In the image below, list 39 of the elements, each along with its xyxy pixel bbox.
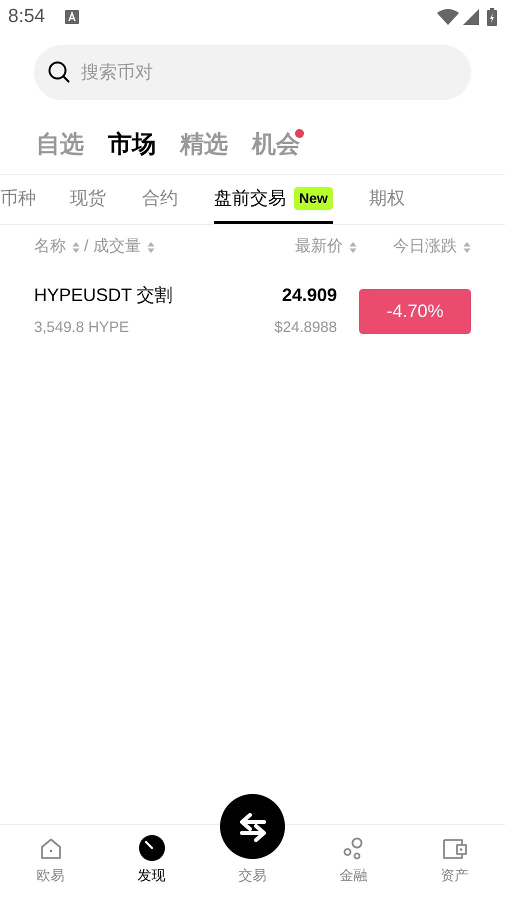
category-tab[interactable]: 机会 — [252, 127, 300, 163]
column-header: / 成交量 — [84, 236, 141, 257]
sort-icon[interactable] — [72, 240, 80, 254]
keyboard-icon — [64, 10, 79, 24]
search-icon — [48, 61, 70, 83]
market-tab[interactable]: 期权 — [368, 175, 405, 224]
pair-name[interactable]: HYPEUSDT 交割 — [34, 282, 274, 310]
signal-icon — [463, 9, 479, 25]
volume-text: 3,549.8 HYPE — [34, 318, 130, 338]
circles-icon — [342, 837, 366, 861]
wallet-icon — [442, 837, 468, 861]
column-header: 今日涨跌 — [393, 237, 457, 257]
search-field[interactable]: 搜索币对 — [34, 45, 471, 100]
sort-icon[interactable] — [463, 240, 471, 254]
nav-item[interactable]: 资产 — [404, 825, 505, 898]
home-icon — [38, 837, 62, 861]
market-tab[interactable]: 现货 — [70, 175, 106, 224]
compass-icon — [138, 835, 164, 861]
category-tab[interactable]: 自选 — [36, 127, 84, 163]
nav-item[interactable]: 交易 — [202, 825, 303, 898]
market-tab[interactable]: 合约 — [142, 175, 178, 224]
nav-item[interactable]: 金融 — [303, 825, 404, 898]
market-tab[interactable]: 币种 — [0, 175, 36, 224]
new-badge: New — [294, 186, 333, 210]
usd-price: $24.8988 — [274, 318, 337, 338]
change-badge[interactable]: -4.70% — [359, 288, 471, 334]
sort-icon[interactable] — [146, 240, 155, 254]
nav-item[interactable]: 发现 — [101, 825, 202, 898]
status-time: 8:54 — [8, 4, 45, 29]
last-price: 24.909 — [282, 284, 337, 308]
category-tab[interactable]: 精选 — [180, 127, 228, 163]
column-header: 最新价 — [295, 236, 343, 257]
column-header: 名称 — [34, 237, 66, 257]
market-tab[interactable]: 盘前交易 New — [214, 175, 333, 224]
battery-icon — [487, 8, 497, 26]
nav-item[interactable]: 欧易 — [0, 825, 101, 898]
category-tab[interactable]: 市场 — [108, 127, 156, 163]
wifi-icon — [437, 9, 459, 25]
sort-icon[interactable] — [349, 240, 357, 254]
